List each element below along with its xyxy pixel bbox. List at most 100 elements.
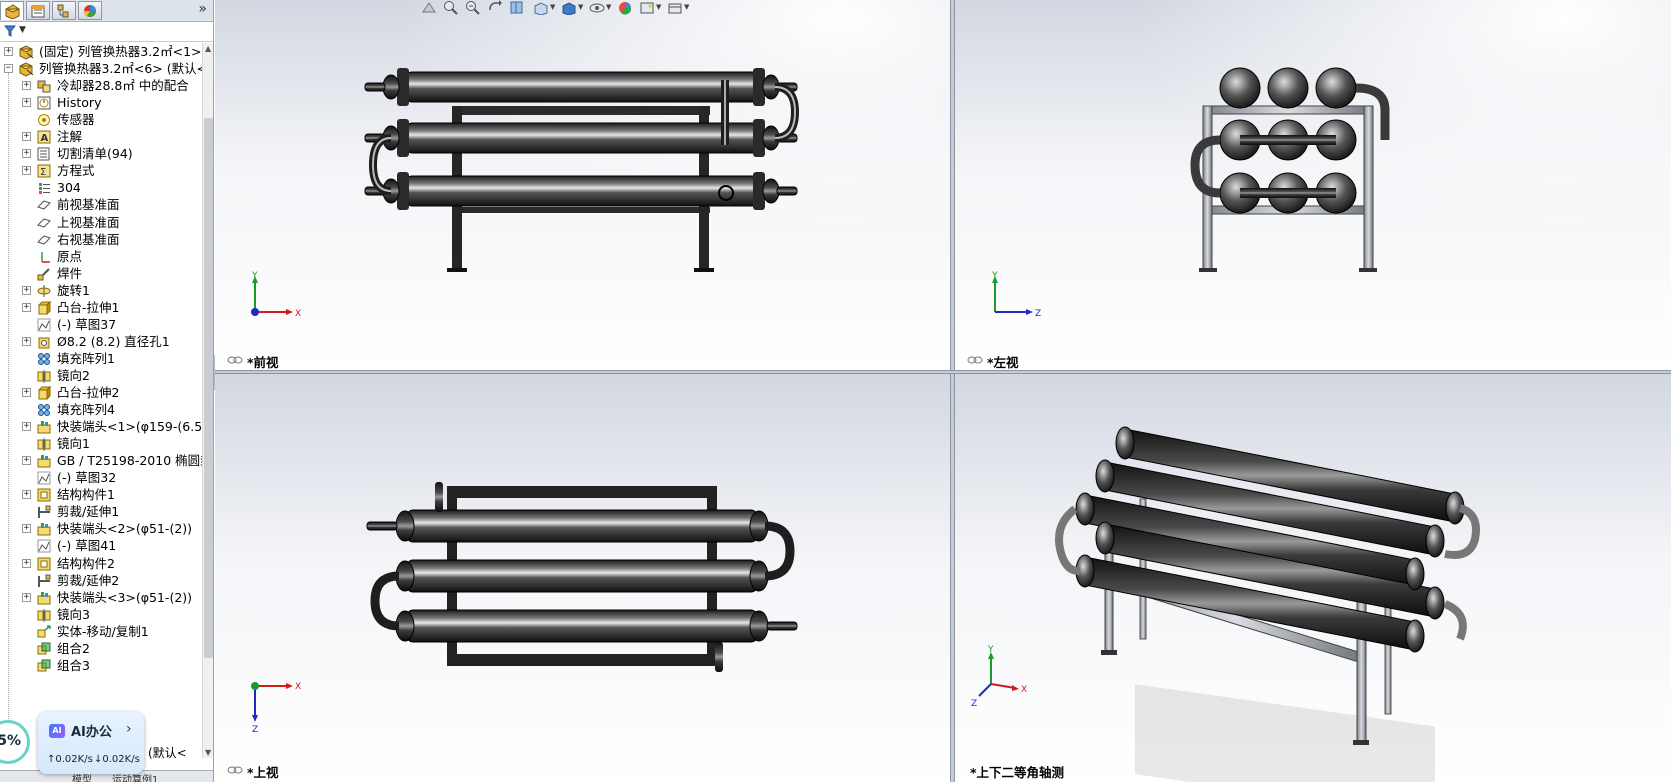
scroll-up-icon[interactable]: ▲	[205, 44, 211, 53]
expand-icon[interactable]: +	[22, 422, 31, 432]
chevron-down-icon[interactable]: ▼	[578, 3, 583, 11]
top-view-model[interactable]	[215, 374, 950, 782]
previous-view-icon[interactable]	[420, 0, 438, 15]
tree-item[interactable]: + 结构构件2	[0, 555, 202, 573]
expand-icon[interactable]: +	[22, 302, 31, 312]
viewport-iso[interactable]: Y X Z *上下二等角轴测	[955, 374, 1671, 782]
viewport-splitter-horizontal[interactable]	[215, 370, 1671, 374]
tree-item[interactable]: + 旋转1	[0, 282, 202, 300]
zoom-to-fit-icon[interactable]	[442, 0, 460, 15]
feature-filter[interactable]: ▼	[0, 22, 213, 42]
scroll-thumb[interactable]	[204, 118, 213, 658]
tree-item-label: History	[57, 95, 102, 111]
display-style-icon[interactable]	[560, 0, 578, 15]
expand-icon[interactable]: +	[22, 98, 31, 108]
view-orientation-icon[interactable]	[532, 0, 550, 15]
chevron-right-icon[interactable]: ›	[126, 721, 132, 737]
tree-item[interactable]: 镜向2	[0, 367, 202, 385]
tree-item-partial[interactable]: (默认<	[148, 744, 187, 761]
zoom-to-area-icon[interactable]	[464, 0, 482, 15]
iso-view-model[interactable]	[955, 374, 1671, 782]
expand-icon[interactable]: +	[22, 456, 31, 466]
tree-item[interactable]: + 快装端头<1>(φ159-(6.5))	[0, 418, 202, 436]
expand-icon[interactable]: +	[22, 149, 31, 159]
chevron-down-icon[interactable]: ▼	[606, 3, 611, 11]
feature-tree-tab[interactable]	[0, 1, 24, 20]
viewport-front[interactable]: Y X *前视	[215, 0, 950, 370]
viewport-splitter-vertical[interactable]	[950, 0, 955, 782]
collapse-icon[interactable]: −	[4, 64, 13, 74]
viewport-top[interactable]: X Z *上视	[215, 374, 950, 782]
ai-progress-ring[interactable]: 5%	[0, 720, 30, 764]
tree-item[interactable]: + 结构构件1	[0, 486, 202, 504]
tree-item[interactable]: 剪裁/延伸2	[0, 572, 202, 590]
front-view-model[interactable]	[215, 0, 950, 370]
expand-icon[interactable]: +	[22, 285, 31, 295]
expand-icon[interactable]: +	[22, 558, 31, 568]
expand-icon[interactable]: +	[22, 524, 31, 534]
tree-item[interactable]: + GB / T25198-2010 椭圆封	[0, 452, 202, 470]
tree-item[interactable]: 右视基准面	[0, 231, 202, 249]
tree-item[interactable]: + 冷却器28.8㎡ 中的配合	[0, 77, 202, 95]
tree-item[interactable]: 组合3	[0, 657, 202, 675]
chevron-down-icon[interactable]: ▼	[550, 3, 555, 11]
tree-item[interactable]: (-) 草图32	[0, 469, 202, 487]
tree-item[interactable]: 镜向3	[0, 606, 202, 624]
tree-item[interactable]: + 切割清单(94)	[0, 145, 202, 163]
tree-item[interactable]: + 快装端头<3>(φ51-(2))	[0, 589, 202, 607]
tree-item[interactable]: 304	[0, 179, 202, 197]
edit-appearance-icon[interactable]	[616, 0, 634, 15]
tree-item[interactable]: + A 注解	[0, 128, 202, 146]
link-views-icon[interactable]	[967, 355, 983, 365]
expand-icon[interactable]: +	[22, 336, 31, 346]
tree-item[interactable]: + Σ 方程式	[0, 162, 202, 180]
property-manager-tab[interactable]	[26, 1, 50, 20]
viewport-left[interactable]: Y Z *左视	[955, 0, 1671, 370]
tree-item[interactable]: 原点	[0, 248, 202, 266]
view-settings-icon[interactable]	[666, 0, 684, 15]
tree-item[interactable]: 前视基准面	[0, 196, 202, 214]
tree-item[interactable]: + 快装端头<2>(φ51-(2))	[0, 520, 202, 538]
tree-item[interactable]: 实体-移动/复制1	[0, 623, 202, 641]
scroll-down-icon[interactable]: ▼	[205, 748, 211, 757]
apply-scene-icon[interactable]	[638, 0, 656, 15]
expand-icon[interactable]: +	[22, 592, 31, 602]
tree-item[interactable]: 焊件	[0, 265, 202, 283]
tree-item[interactable]: + 凸台-拉伸2	[0, 384, 202, 402]
tree-item[interactable]: + (固定) 列管换热器3.2㎡<1> (默	[0, 43, 202, 61]
tree-item[interactable]: 剪裁/延伸1	[0, 503, 202, 521]
ai-office-widget[interactable]: 5% AI AI办公 › ↑0.02K/s ↓0.02K/s	[0, 706, 148, 774]
tree-scrollbar[interactable]: ▲ ▼	[202, 43, 213, 758]
tree-item[interactable]: 镜向1	[0, 435, 202, 453]
display-manager-tab[interactable]	[78, 1, 102, 20]
chevron-down-icon[interactable]: ▼	[684, 3, 689, 11]
tree-item[interactable]: + History	[0, 94, 202, 112]
left-view-model[interactable]	[955, 0, 1671, 370]
link-views-icon[interactable]	[227, 765, 243, 775]
viewport-label-top: *上视	[247, 765, 279, 780]
expand-icon[interactable]: +	[22, 388, 31, 397]
chevron-down-icon[interactable]: ▼	[656, 3, 661, 11]
tree-item[interactable]: 组合2	[0, 640, 202, 658]
section-view-icon[interactable]	[508, 0, 526, 15]
expand-icon[interactable]: +	[22, 490, 31, 500]
expand-icon[interactable]: +	[22, 132, 31, 142]
tree-item[interactable]: 填充阵列1	[0, 350, 202, 368]
expand-icon[interactable]: +	[4, 47, 13, 56]
link-views-icon[interactable]	[227, 355, 243, 365]
hide-show-icon[interactable]	[588, 0, 606, 15]
tree-item[interactable]: 上视基准面	[0, 214, 202, 232]
ai-card[interactable]: AI AI办公 › ↑0.02K/s ↓0.02K/s	[38, 712, 144, 774]
tree-item[interactable]: 填充阵列4	[0, 401, 202, 419]
tree-item[interactable]: 传感器	[0, 111, 202, 129]
rotate-view-icon[interactable]	[486, 0, 504, 15]
tree-item[interactable]: (-) 草图41	[0, 537, 202, 555]
tree-item[interactable]: − 列管换热器3.2㎡<6> (默认<默	[0, 60, 202, 78]
expand-icon[interactable]: +	[22, 81, 31, 91]
tree-item[interactable]: + Ø8.2 (8.2) 直径孔1	[0, 333, 202, 351]
configuration-manager-tab[interactable]	[52, 1, 76, 20]
expand-icon[interactable]: +	[22, 166, 31, 176]
more-tabs-button[interactable]: »	[198, 1, 207, 17]
tree-item[interactable]: + 凸台-拉伸1	[0, 299, 202, 317]
tree-item[interactable]: (-) 草图37	[0, 316, 202, 334]
